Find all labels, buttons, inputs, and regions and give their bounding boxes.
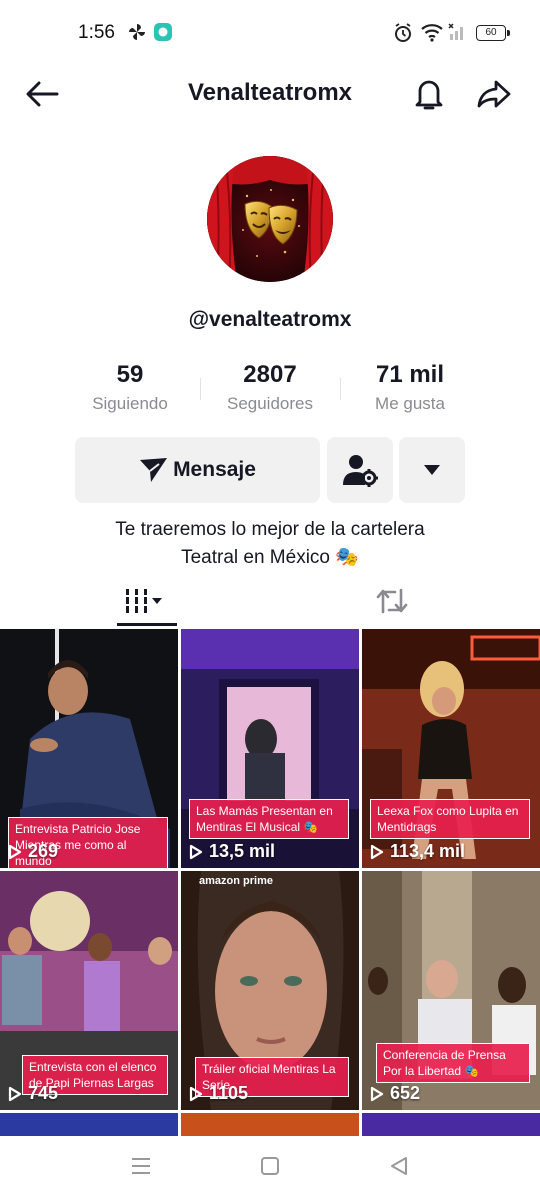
view-count: 113,4 mil: [390, 841, 466, 861]
status-time: 1:56: [78, 22, 115, 43]
recent-apps-button[interactable]: [131, 1156, 151, 1181]
video-tile[interactable]: Leexa Fox como Lupita en Mentidrags 113,…: [362, 629, 540, 868]
play-icon: [8, 844, 22, 859]
view-count: 745: [28, 1083, 59, 1103]
video-views: 269: [8, 841, 58, 862]
play-icon: [189, 1086, 203, 1101]
video-caption: Las Mamás Presentan en Mentiras El Music…: [189, 799, 349, 839]
repost-icon: [376, 588, 408, 614]
stat-followers[interactable]: 2807 Seguidores: [200, 360, 340, 420]
top-navigation: Venalteatromx: [0, 66, 540, 122]
share-button[interactable]: [474, 74, 514, 114]
play-icon: [189, 844, 203, 859]
content-tabs: [0, 574, 540, 628]
chat-notification-icon: [153, 22, 173, 47]
stat-following[interactable]: 59 Siguiendo: [60, 360, 200, 420]
bio-line: Teatral en México 🎭: [181, 547, 359, 568]
status-bar: 1:56 60: [0, 0, 540, 66]
tab-reposts[interactable]: [362, 574, 422, 628]
more-options-dropdown[interactable]: [399, 437, 465, 503]
profile-handle: @venalteatromx: [188, 308, 352, 331]
send-icon: [140, 458, 168, 482]
signal-icon: [448, 22, 468, 47]
stat-value: 71 mil: [375, 361, 445, 388]
video-views: 113,4 mil: [370, 841, 465, 862]
profile-avatar[interactable]: [207, 156, 333, 282]
message-button-label: Mensaje: [173, 458, 256, 481]
video-tile[interactable]: Las Mamás Presentan en Mentiras El Music…: [181, 629, 359, 868]
play-icon: [370, 1086, 384, 1101]
video-caption: Leexa Fox como Lupita en Mentidrags: [370, 799, 530, 839]
view-count: 269: [28, 841, 59, 861]
follow-settings-button[interactable]: [327, 437, 393, 503]
square-home-icon: [261, 1157, 279, 1175]
stat-likes[interactable]: 71 mil Me gusta: [340, 360, 480, 420]
video-caption: Conferencia de Prensa Por la Libertad 🎭: [376, 1043, 530, 1083]
triangle-back-icon: [391, 1157, 407, 1175]
video-grid: Entrevista Patricio Jose Mientras me com…: [0, 629, 540, 1139]
play-icon: [8, 1086, 22, 1101]
profile-bio: Te traeremos lo mejor de la cartelera Te…: [0, 516, 540, 572]
tab-videos[interactable]: [117, 574, 177, 628]
stat-label: Siguiendo: [92, 394, 168, 413]
videos-grid-icon: [124, 589, 162, 613]
video-tile[interactable]: Entrevista Patricio Jose Mientras me com…: [0, 629, 178, 868]
battery-indicator: 60: [476, 25, 510, 41]
stat-label: Seguidores: [226, 394, 313, 413]
video-views: 652: [370, 1083, 420, 1104]
message-button[interactable]: Mensaje: [75, 437, 320, 503]
share-arrow-icon: [477, 80, 511, 108]
alarm-icon: [393, 22, 413, 49]
active-tab-indicator: [117, 623, 177, 626]
amazon-prime-logo: amazon prime: [199, 875, 273, 887]
bio-line: Te traeremos lo mejor de la cartelera: [115, 519, 425, 540]
video-views: 745: [8, 1083, 58, 1104]
system-navigation-bar: [0, 1136, 540, 1200]
theater-masks-logo: [207, 156, 333, 282]
wifi-icon: [420, 22, 444, 47]
system-back-button[interactable]: [389, 1156, 409, 1181]
view-count: 1105: [209, 1083, 249, 1103]
view-count: 13,5 mil: [209, 841, 276, 861]
video-tile[interactable]: Conferencia de Prensa Por la Libertad 🎭 …: [362, 871, 540, 1110]
home-button[interactable]: [260, 1156, 280, 1181]
caret-down-icon: [424, 465, 440, 475]
play-icon: [370, 844, 384, 859]
stat-value: 2807: [243, 361, 297, 388]
profile-title: Venalteatromx: [187, 79, 353, 106]
video-views: 1105: [189, 1083, 248, 1104]
stat-label: Me gusta: [375, 394, 445, 413]
video-views: 13,5 mil: [189, 841, 275, 862]
pinwheel-icon: [127, 22, 147, 47]
menu-lines-icon: [132, 1158, 150, 1174]
view-count: 652: [390, 1083, 421, 1103]
user-settings-icon: [343, 455, 378, 487]
profile-stats: 59 Siguiendo 2807 Seguidores 71 mil Me g…: [60, 360, 480, 420]
bell-icon: [415, 80, 443, 110]
video-tile[interactable]: Entrevista con el elenco de Papi Piernas…: [0, 871, 178, 1110]
stat-value: 59: [116, 361, 144, 388]
notifications-button[interactable]: [409, 74, 449, 114]
video-tile[interactable]: amazon prime Tráiler oficial Mentiras La…: [181, 871, 359, 1110]
